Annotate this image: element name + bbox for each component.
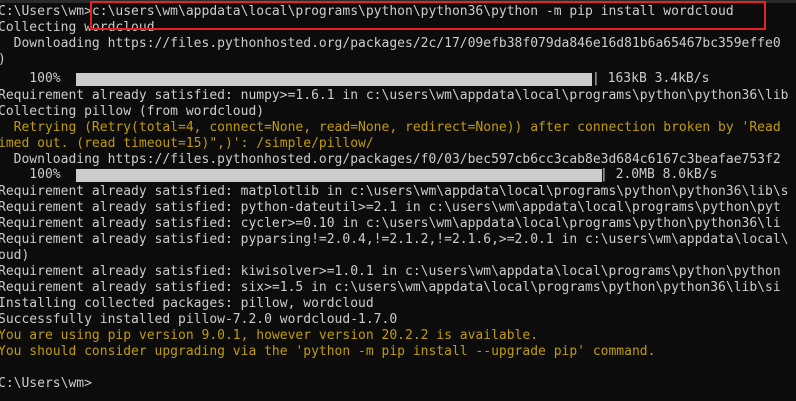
terminal-output: C:\Users\wm>c:\users\wm\appdata\local\pr… bbox=[0, 0, 796, 401]
output-line: Requirement already satisfied: numpy>=1.… bbox=[0, 88, 789, 103]
output-line: Requirement already satisfied: matplotli… bbox=[0, 184, 789, 199]
terminal-window[interactable]: C:\Users\wm>c:\users\wm\appdata\local\pr… bbox=[0, 0, 796, 401]
progress-percent: 100% bbox=[0, 71, 61, 86]
success-line: Successfully installed pillow-7.2.0 word… bbox=[0, 312, 398, 327]
output-line: ) bbox=[0, 52, 6, 68]
progress-bar bbox=[76, 169, 602, 182]
command-line: C:\Users\wm>c:\users\wm\appdata\local\pr… bbox=[0, 4, 734, 19]
progress-bar bbox=[76, 73, 592, 86]
output-line: Collecting wordcloud bbox=[0, 20, 155, 35]
progress-rate: | 163kB 3.4kB/s bbox=[592, 71, 710, 86]
output-line: oud) bbox=[0, 248, 30, 263]
command-prompt[interactable]: C:\Users\wm> bbox=[0, 376, 92, 392]
pip-upgrade-hint: You should consider upgrading via the 'p… bbox=[0, 344, 656, 359]
output-line: Requirement already satisfied: kiwisolve… bbox=[0, 264, 781, 279]
output-line: Collecting pillow (from wordcloud) bbox=[0, 104, 265, 119]
output-line: Requirement already satisfied: python-da… bbox=[0, 200, 781, 215]
output-line: Requirement already satisfied: pyparsing… bbox=[0, 232, 789, 247]
progress-rate: | 2.0MB 8.0kB/s bbox=[600, 167, 718, 182]
pip-version-warning: You are using pip version 9.0.1, however… bbox=[0, 328, 539, 343]
warning-line: imed out. (read timeout=15)",)': /simple… bbox=[0, 136, 374, 151]
warning-line: Retrying (Retry(total=4, connect=None, r… bbox=[0, 120, 781, 135]
output-line: Downloading https://files.pythonhosted.o… bbox=[0, 36, 781, 51]
output-line: Downloading https://files.pythonhosted.o… bbox=[0, 152, 781, 167]
output-line: Requirement already satisfied: six>=1.5 … bbox=[0, 280, 781, 295]
progress-percent: 100% bbox=[0, 167, 61, 182]
output-line: Installing collected packages: pillow, w… bbox=[0, 296, 374, 311]
output-line: Requirement already satisfied: cycler>=0… bbox=[0, 216, 781, 231]
